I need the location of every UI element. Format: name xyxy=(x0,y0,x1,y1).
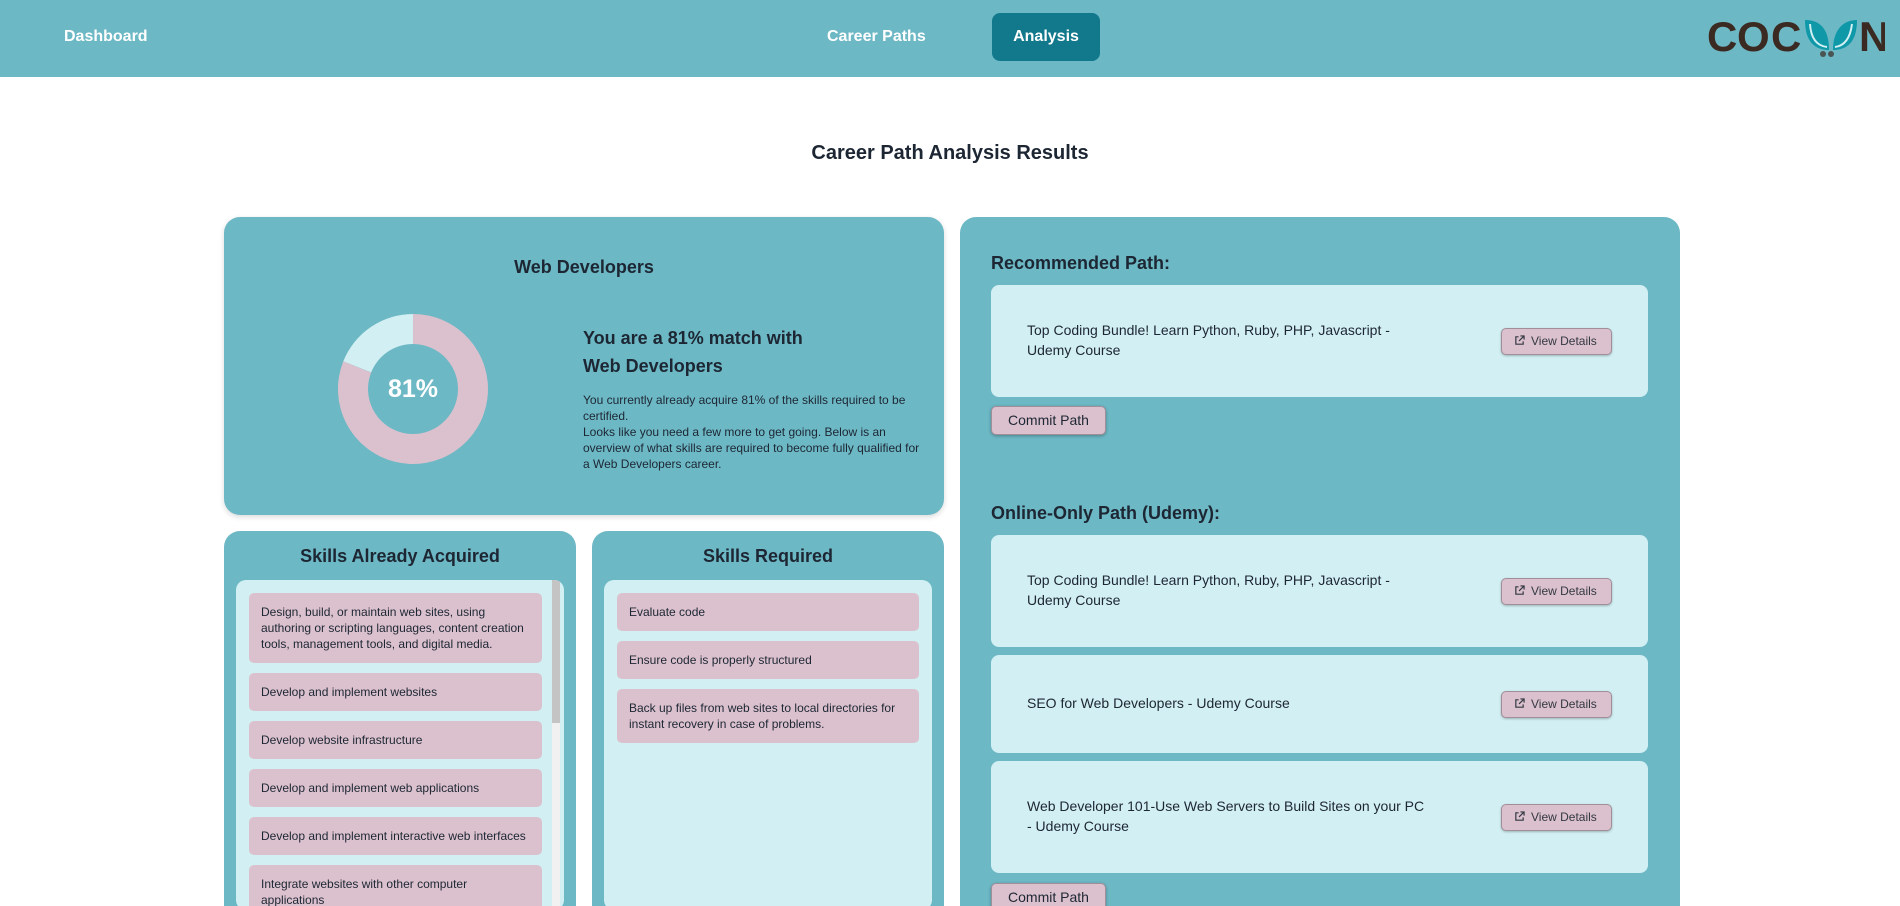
nav-dashboard[interactable]: Dashboard xyxy=(40,13,172,61)
skill-required-item: Back up files from web sites to local di… xyxy=(617,689,919,743)
view-details-label: View Details xyxy=(1531,697,1597,711)
learning-paths-card: Recommended Path: Top Coding Bundle! Lea… xyxy=(960,217,1680,906)
career-match-card: Web Developers 81% You are a 81% match w… xyxy=(224,217,944,515)
external-link-icon xyxy=(1515,698,1525,709)
view-details-label: View Details xyxy=(1531,584,1597,598)
course-card: Top Coding Bundle! Learn Python, Ruby, P… xyxy=(991,535,1648,647)
scrollbar-thumb[interactable] xyxy=(552,580,560,723)
page-title: Career Path Analysis Results xyxy=(811,142,1089,164)
cocoon-logo[interactable]: C O C N xyxy=(1707,10,1885,60)
match-description-line1: You currently already acquire 81% of the… xyxy=(583,393,906,423)
skill-acquired-item: Develop and implement web applications xyxy=(249,769,542,807)
commit-path-button[interactable]: Commit Path xyxy=(991,406,1106,435)
svg-text:O: O xyxy=(1737,13,1770,60)
skills-acquired-list[interactable]: Design, build, or maintain web sites, us… xyxy=(236,580,564,906)
skill-required-item: Evaluate code xyxy=(617,593,919,631)
top-navbar: Dashboard Career Paths Analysis C O C N xyxy=(0,0,1900,77)
view-details-label: View Details xyxy=(1531,810,1597,824)
view-details-button[interactable]: View Details xyxy=(1501,804,1612,831)
skills-acquired-title: Skills Already Acquired xyxy=(300,546,500,566)
view-details-button[interactable]: View Details xyxy=(1501,691,1612,718)
skills-required-title: Skills Required xyxy=(702,546,834,566)
course-title: Top Coding Bundle! Learn Python, Ruby, P… xyxy=(1027,322,1390,358)
match-description-line2: Looks like you need a few more to get go… xyxy=(583,425,920,471)
recommended-path-title: Recommended Path: xyxy=(991,253,1171,273)
match-heading: You are a 81% match with Web Developers xyxy=(583,328,803,376)
external-link-icon xyxy=(1515,335,1525,346)
course-card: SEO for Web Developers - Udemy Course Vi… xyxy=(991,655,1648,753)
course-title: Top Coding Bundle! Learn Python, Ruby, P… xyxy=(1027,572,1390,608)
career-title: Web Developers xyxy=(514,257,654,277)
skills-required-card: Skills Required Evaluate code Ensure cod… xyxy=(592,531,944,906)
nav-career-paths[interactable]: Career Paths xyxy=(803,13,950,61)
external-link-icon xyxy=(1515,585,1525,596)
online-path-title: Online-Only Path (Udemy): xyxy=(991,503,1221,523)
match-percent-label: 81% xyxy=(387,375,439,403)
skill-acquired-item: Design, build, or maintain web sites, us… xyxy=(249,593,542,663)
view-details-label: View Details xyxy=(1531,334,1597,348)
course-title: Web Developer 101-Use Web Servers to Bui… xyxy=(1027,798,1425,834)
skill-acquired-item: Develop website infrastructure xyxy=(249,721,542,759)
commit-path-button[interactable]: Commit Path xyxy=(991,883,1106,906)
nav-analysis-active[interactable]: Analysis xyxy=(992,13,1100,61)
svg-text:C: C xyxy=(1771,13,1801,60)
skill-required-item: Ensure code is properly structured xyxy=(617,641,919,679)
skill-acquired-item: Develop and implement websites xyxy=(249,673,542,711)
svg-text:N: N xyxy=(1859,13,1885,60)
view-details-button[interactable]: View Details xyxy=(1501,328,1612,355)
course-card: Top Coding Bundle! Learn Python, Ruby, P… xyxy=(991,285,1648,397)
skills-acquired-card: Skills Already Acquired Design, build, o… xyxy=(224,531,576,906)
skill-acquired-item: Integrate websites with other computer a… xyxy=(249,865,542,906)
skill-acquired-item: Develop and implement interactive web in… xyxy=(249,817,542,855)
course-card: Web Developer 101-Use Web Servers to Bui… xyxy=(991,761,1648,873)
svg-text:C: C xyxy=(1707,13,1737,60)
course-title: SEO for Web Developers - Udemy Course xyxy=(1027,695,1290,711)
skills-required-list: Evaluate code Ensure code is properly st… xyxy=(604,580,932,906)
match-description: You currently already acquire 81% of the… xyxy=(583,392,928,472)
view-details-button[interactable]: View Details xyxy=(1501,578,1612,605)
external-link-icon xyxy=(1515,811,1525,822)
